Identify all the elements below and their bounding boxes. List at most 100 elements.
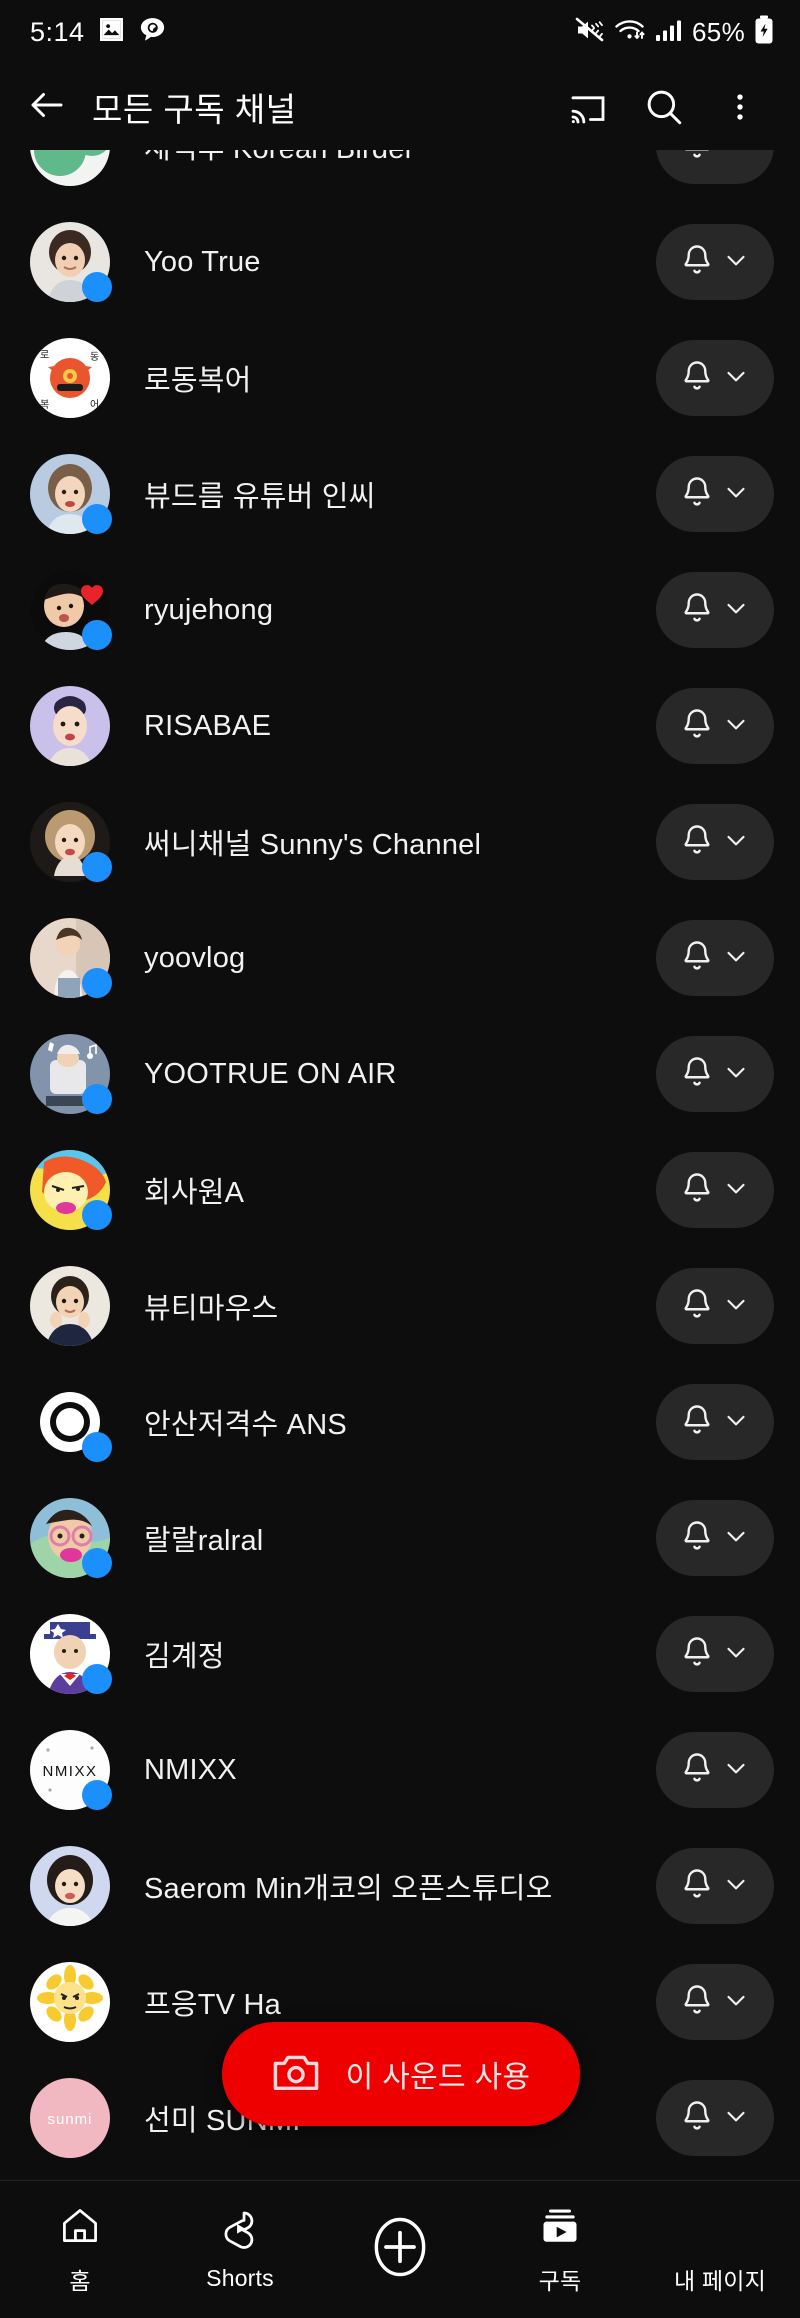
chevron-down-icon xyxy=(721,709,751,744)
notification-bell-button[interactable] xyxy=(656,1384,774,1460)
subscription-row[interactable]: 새덕후 Korean Birder xyxy=(0,150,800,204)
notification-bell-button[interactable] xyxy=(656,804,774,880)
use-this-sound-button[interactable]: 이 사운드 사용 xyxy=(222,2022,580,2126)
avatar[interactable] xyxy=(30,1846,110,1926)
subscription-row[interactable]: 회사원A xyxy=(0,1132,800,1248)
live-badge xyxy=(82,968,112,998)
notification-bell-button[interactable] xyxy=(656,1268,774,1344)
avatar[interactable] xyxy=(30,222,112,302)
avatar[interactable] xyxy=(30,570,112,650)
subscription-row[interactable]: YOOTRUE ON AIR xyxy=(0,1016,800,1132)
notification-bell-button[interactable] xyxy=(656,920,774,996)
avatar[interactable] xyxy=(30,686,110,766)
nav-item-구독[interactable]: 구독 xyxy=(480,2204,640,2296)
channel-name: 회사원A xyxy=(144,1177,245,1209)
subscription-row[interactable]: 써니채널 Sunny's Channel xyxy=(0,784,800,900)
notification-bell-button[interactable] xyxy=(656,1036,774,1112)
bottom-navigation-bar[interactable]: 홈 Shorts 구독 내 페이지 xyxy=(0,2180,800,2318)
subscription-row[interactable]: yoovlog xyxy=(0,900,800,1016)
live-badge xyxy=(82,620,112,650)
live-badge xyxy=(82,1432,112,1462)
chevron-down-icon xyxy=(721,1405,751,1440)
subscription-row[interactable]: 로 동 복 어 로동복어 xyxy=(0,320,800,436)
avatar[interactable] xyxy=(30,454,112,534)
notification-bell-button[interactable] xyxy=(656,1848,774,1924)
subscription-row[interactable]: Saerom Min개코의 오픈스튜디오 xyxy=(0,1828,800,1944)
channel-name: RISABAE xyxy=(144,709,272,742)
subscription-list[interactable]: 새덕후 Korean Birder Yoo True 로동복어 로동복어뷰드름 유튜버… xyxy=(0,150,800,2180)
nav-item-create[interactable] xyxy=(320,2214,480,2285)
notification-bell-button[interactable] xyxy=(656,1616,774,1692)
notification-bell-button[interactable] xyxy=(656,1732,774,1808)
avatar[interactable] xyxy=(30,150,110,186)
live-badge xyxy=(82,1200,112,1230)
avatar[interactable] xyxy=(30,1266,110,1346)
notification-bell-button[interactable] xyxy=(656,456,774,532)
avatar[interactable] xyxy=(30,802,112,882)
notification-bell-button[interactable] xyxy=(656,340,774,416)
nav-item-Shorts[interactable]: Shorts xyxy=(160,2207,320,2292)
live-badge xyxy=(82,1664,112,1694)
chevron-down-icon xyxy=(721,361,751,396)
search-icon[interactable] xyxy=(626,86,702,128)
channel-avatar-image xyxy=(30,1962,110,2042)
chevron-down-icon xyxy=(721,1521,751,1556)
battery-percent: 65% xyxy=(692,16,745,47)
channel-avatar-image: sunmi xyxy=(30,2078,110,2158)
subscription-row[interactable]: 뷰드름 유튜버 인씨 xyxy=(0,436,800,552)
subscription-row[interactable]: Yoo True xyxy=(0,204,800,320)
avatar[interactable] xyxy=(30,918,112,998)
bell-icon xyxy=(679,1286,715,1327)
notification-bell-button[interactable] xyxy=(656,688,774,764)
bell-icon xyxy=(679,1170,715,1211)
nav-item-홈[interactable]: 홈 xyxy=(0,2204,160,2296)
subscription-row[interactable]: 안산저격수 ANS xyxy=(0,1364,800,1480)
channel-name: 랄랄ralral xyxy=(144,1525,264,1557)
bell-icon xyxy=(679,1518,715,1559)
bell-icon xyxy=(679,1866,715,1907)
channel-name: 뷰드름 유튜버 인씨 xyxy=(144,481,376,513)
live-badge xyxy=(82,852,112,882)
subscription-row[interactable]: 랄랄ralral xyxy=(0,1480,800,1596)
notification-bell-button[interactable] xyxy=(656,150,774,184)
subscription-row[interactable]: RISABAE xyxy=(0,668,800,784)
live-badge xyxy=(82,1548,112,1578)
chevron-down-icon xyxy=(721,150,751,164)
avatar[interactable] xyxy=(30,1034,112,1114)
avatar[interactable] xyxy=(30,1962,110,2042)
chevron-down-icon xyxy=(721,593,751,628)
back-arrow-icon[interactable] xyxy=(26,84,68,131)
subscription-row[interactable]: NMIXX NMIXX xyxy=(0,1712,800,1828)
notification-bell-button[interactable] xyxy=(656,224,774,300)
more-vertical-icon[interactable] xyxy=(702,90,778,124)
channel-avatar-image xyxy=(30,686,110,766)
avatar[interactable] xyxy=(30,1498,112,1578)
cast-icon[interactable] xyxy=(550,87,626,127)
nav-item-내 페이지[interactable]: 내 페이지 xyxy=(640,2204,800,2296)
channel-name: 로동복어 xyxy=(144,365,252,397)
subscription-row[interactable]: ryujehong xyxy=(0,552,800,668)
avatar[interactable] xyxy=(30,1382,112,1462)
avatar[interactable]: 로 동복 어 xyxy=(30,338,110,418)
avatar[interactable]: sunmi xyxy=(30,2078,110,2158)
notification-bell-button[interactable] xyxy=(656,572,774,648)
nav-label: 구독 xyxy=(538,2267,582,2294)
subscription-row[interactable]: 뷰티마우스 xyxy=(0,1248,800,1364)
avatar[interactable]: NMIXX xyxy=(30,1730,112,1810)
notification-bell-button[interactable] xyxy=(656,1152,774,1228)
channel-name: yoovlog xyxy=(144,941,246,974)
live-badge xyxy=(82,1780,112,1810)
notification-bell-button[interactable] xyxy=(656,1500,774,1576)
chevron-down-icon xyxy=(721,1637,751,1672)
channel-name: 프응TV Ha xyxy=(144,1989,281,2021)
home-icon xyxy=(58,2204,102,2253)
notification-bell-button[interactable] xyxy=(656,1964,774,2040)
channel-name: 새덕후 Korean Birder xyxy=(144,150,656,167)
avatar[interactable] xyxy=(30,1614,112,1694)
channel-avatar-image: 로 동복 어 xyxy=(30,338,110,418)
avatar[interactable] xyxy=(30,1150,112,1230)
chevron-down-icon xyxy=(721,1173,751,1208)
channel-name: 뷰티마우스 xyxy=(144,1293,279,1325)
subscription-row[interactable]: 김계정 xyxy=(0,1596,800,1712)
notification-bell-button[interactable] xyxy=(656,2080,774,2156)
